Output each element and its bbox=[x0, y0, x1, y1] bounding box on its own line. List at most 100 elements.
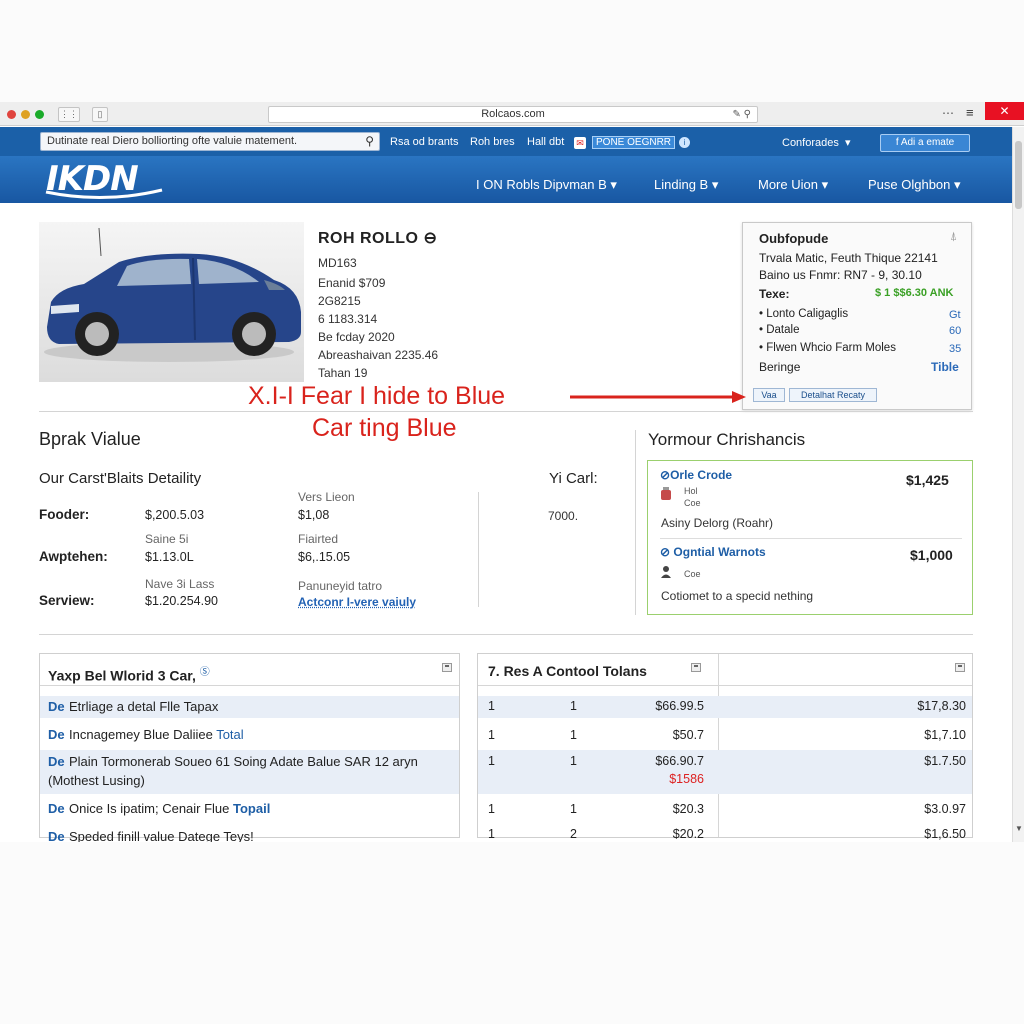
panel-title: 7. Res A Contool Tolans bbox=[488, 663, 647, 679]
address-bar[interactable]: Rolcaos.com ✎ ⚲ bbox=[268, 106, 758, 123]
row-label-serview: Serview: bbox=[39, 593, 95, 608]
pin-icon[interactable]: ⍋ bbox=[950, 229, 957, 244]
row-col2-label-2: Fiairted bbox=[298, 532, 339, 546]
cell: $3.0.97 bbox=[924, 802, 966, 816]
menu-icon[interactable]: ≡ bbox=[966, 105, 974, 120]
minimize-icon[interactable] bbox=[955, 663, 965, 672]
info-icon: i bbox=[679, 137, 691, 148]
table-row[interactable]: 1 1 $50.7 $1,7.10 bbox=[478, 724, 972, 748]
popup-line2: Baino us Fnmr: RN7 - 9, 30.10 bbox=[759, 268, 922, 282]
cell: 1 bbox=[570, 699, 577, 713]
page-scrollbar[interactable]: ▼ bbox=[1012, 127, 1024, 842]
charge-2-price: $1,000 bbox=[910, 547, 953, 563]
grid-icon[interactable]: ⋮⋮ bbox=[58, 107, 80, 122]
charge-1-name[interactable]: ⊘Orle Crode bbox=[660, 468, 732, 482]
car-spec-5: Be fcday 2020 bbox=[318, 330, 395, 344]
cell: 1 bbox=[488, 827, 495, 841]
row-link[interactable]: Total bbox=[216, 727, 243, 742]
nav-item-1[interactable]: I ON Robls Dipvman B ▾ bbox=[476, 177, 617, 193]
car-title-text: ROH ROLLO bbox=[318, 230, 419, 247]
search-input[interactable]: Dutinate real Diero bolliorting ofte val… bbox=[40, 132, 380, 151]
breakdown-title: Bprak Vialue bbox=[39, 429, 141, 449]
charges-box: ⊘Orle Crode $1,425 Hol Coe Asiny Delorg … bbox=[647, 460, 973, 615]
charge-2-name[interactable]: ⊘ Ogntial Warnots bbox=[660, 545, 766, 559]
row-prefix: De bbox=[48, 699, 65, 714]
scrollbar-thumb[interactable] bbox=[1015, 141, 1022, 209]
popup-item-3-label: Flwen Whcio Farm Moles bbox=[766, 342, 896, 354]
page-icon[interactable]: ▯ bbox=[92, 107, 108, 122]
list-item[interactable]: De Plain Tormonerab Soueo 61 Soing Adate… bbox=[40, 750, 459, 794]
car-spec-3: 2G8215 bbox=[318, 294, 361, 308]
row-col2-label-1: Vers Lieon bbox=[298, 490, 355, 504]
add-button[interactable]: f Adi a emate bbox=[880, 134, 970, 152]
close-icon[interactable]: ✕ bbox=[985, 102, 1024, 120]
panel-header: Yaxp Bel Wlorid 3 Car, Ⓢ bbox=[40, 654, 459, 686]
row-text: Onice Is ipatim; Cenair Flue bbox=[69, 801, 234, 816]
table-row[interactable]: 1 1 $20.3 $3.0.97 bbox=[478, 798, 972, 820]
nav-item-4[interactable]: Puse Olghbon ▾ bbox=[868, 177, 961, 193]
row-sub-awptehen: Saine 5i bbox=[145, 532, 189, 546]
row-text: Plain Tormonerab Soueo 61 Soing Adate Ba… bbox=[69, 754, 418, 769]
list-item[interactable]: De Etrliage a detal Flle Tapax bbox=[40, 696, 459, 718]
car-spec-1: MD163 bbox=[318, 256, 357, 270]
promo-text: PONE OEGNRR bbox=[592, 136, 676, 149]
table-row[interactable]: 1 2 $20.2 $1,6.50 bbox=[478, 824, 972, 841]
row-label-awptehen: Awptehen: bbox=[39, 549, 108, 564]
details-title: Our Carst'Blaits Detaility bbox=[39, 470, 202, 487]
account-label: Conforades bbox=[782, 137, 839, 149]
car-image bbox=[39, 222, 304, 382]
minimize-icon[interactable] bbox=[691, 663, 701, 672]
scroll-down-icon[interactable]: ▼ bbox=[1015, 824, 1023, 833]
info-circle-icon[interactable]: ⊖ bbox=[423, 230, 437, 247]
divider bbox=[635, 430, 636, 615]
row-text-line2: (Mothest Lusing) bbox=[48, 773, 145, 788]
popup-button-2[interactable]: Detalhat Recaty bbox=[789, 388, 877, 402]
value-link[interactable]: Actconr I-vere vaiuly bbox=[298, 595, 416, 609]
search-icon[interactable]: ⚲ bbox=[365, 133, 374, 150]
logo-swoosh-icon bbox=[45, 188, 163, 200]
topbar-link-1[interactable]: Rsa od brants bbox=[390, 136, 458, 148]
maximize-window-dot[interactable] bbox=[35, 110, 44, 119]
charge-2-small1: Coe bbox=[684, 569, 701, 579]
close-window-dot[interactable] bbox=[7, 110, 16, 119]
row-link[interactable]: Topail bbox=[233, 801, 270, 816]
cell: $20.3 bbox=[672, 802, 704, 816]
car-spec-6: Abreashaivan 2235.46 bbox=[318, 348, 439, 362]
account-dropdown[interactable]: Conforades ▾ bbox=[782, 136, 851, 149]
main-navbar: IKDN I ON Robls Dipvman B ▾ Linding B ▾ … bbox=[0, 156, 1012, 203]
totals-panel: 7. Res A Contool Tolans 1 1 $66.99.5 $17… bbox=[477, 653, 973, 841]
promo-badge[interactable]: ✉ PONE OEGNRR i bbox=[574, 136, 691, 149]
cell: 1 bbox=[570, 802, 577, 816]
row-prefix: De bbox=[48, 727, 65, 742]
row-label-fooder: Fooder: bbox=[39, 507, 90, 522]
nav-item-3-label: More Uion bbox=[758, 177, 818, 192]
table-row[interactable]: 1 1 $66.90.7 $1586 $1.7.50 bbox=[478, 750, 972, 794]
table-row[interactable]: 1 1 $66.99.5 $17,8.30 bbox=[478, 696, 972, 718]
more-icon[interactable]: ⋯ bbox=[942, 106, 954, 120]
bookmark-icon[interactable]: ✎ ⚲ bbox=[733, 107, 751, 122]
topbar-link-3[interactable]: Hall dbt bbox=[527, 136, 564, 148]
popup-item-1-label: Lonto Caligaglis bbox=[766, 308, 849, 320]
list-item[interactable]: De Incnagemey Blue Daliiee Total bbox=[40, 724, 459, 748]
cell: 1 bbox=[488, 699, 495, 713]
car-title: ROH ROLLO ⊖ bbox=[318, 228, 437, 248]
nav-item-3[interactable]: More Uion ▾ bbox=[758, 177, 828, 193]
divider bbox=[39, 411, 973, 412]
person-icon bbox=[661, 566, 671, 578]
row-value-fooder: $,200.5.03 bbox=[145, 508, 205, 522]
list-item[interactable]: De Onice Is ipatim; Cenair Flue Topail bbox=[40, 798, 459, 820]
topbar-link-2[interactable]: Roh bres bbox=[470, 136, 515, 148]
divider bbox=[660, 538, 962, 539]
cell: 1 bbox=[488, 754, 495, 768]
nav-item-2[interactable]: Linding B ▾ bbox=[654, 177, 718, 193]
url-text: Rolcaos.com bbox=[481, 108, 545, 120]
minimize-icon[interactable] bbox=[442, 663, 452, 672]
popup-item-3-value: 35 bbox=[949, 343, 962, 355]
popup-button-1[interactable]: Vaa bbox=[753, 388, 785, 402]
panel-title-text: Yaxp Bel Wlorid 3 Car, bbox=[48, 667, 196, 684]
minimize-window-dot[interactable] bbox=[21, 110, 30, 119]
popup-beringe-link[interactable]: Tible bbox=[931, 360, 959, 374]
list-item[interactable]: De Speded finill value Datege Teys! bbox=[40, 826, 459, 842]
row-value-serview: $1.20.254.90 bbox=[145, 594, 218, 608]
car-spec-4: 6 1183.314 bbox=[318, 312, 378, 326]
